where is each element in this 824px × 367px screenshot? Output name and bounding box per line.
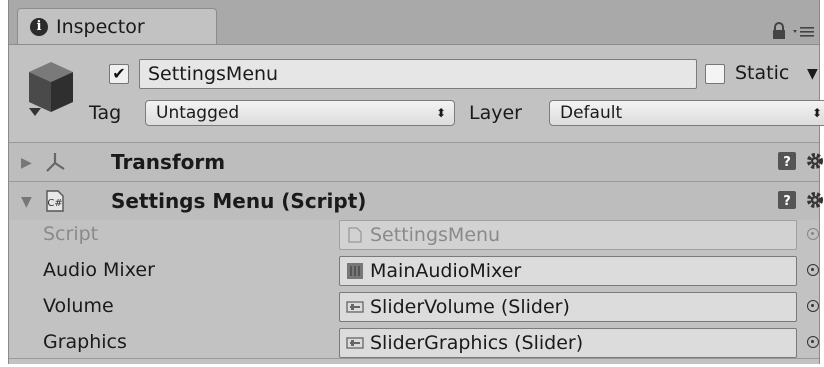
component-title: Transform — [111, 150, 226, 174]
layer-label: Layer — [469, 102, 522, 124]
help-icon[interactable]: ? — [777, 190, 797, 210]
tag-label: Tag — [89, 102, 122, 124]
field-label: Script — [43, 223, 99, 245]
foldout-right-icon[interactable]: ▶ — [21, 155, 32, 171]
csharp-script-icon: C# — [46, 190, 64, 212]
static-dropdown-icon[interactable]: ▼ — [807, 66, 818, 82]
field-row-graphics: Graphics SliderGraphics (Slider) — [9, 324, 819, 360]
object-picker-icon — [807, 228, 819, 240]
static-label: Static — [735, 62, 790, 84]
component-header-settings-menu[interactable]: ▼ C# Settings Menu (Script) ? — [9, 181, 823, 220]
updown-arrows-icon: ⬍ — [811, 106, 822, 120]
gameobject-cube-icon — [29, 62, 73, 116]
transform-icon — [46, 153, 65, 172]
field-value: MainAudioMixer — [370, 260, 522, 282]
script-object-field: SettingsMenu — [339, 220, 797, 250]
slider-icon — [346, 301, 364, 313]
divider — [9, 358, 819, 359]
tab-label: Inspector — [56, 15, 145, 38]
gear-icon[interactable] — [805, 190, 824, 210]
audio-mixer-icon — [347, 263, 363, 279]
audio-mixer-object-field[interactable]: MainAudioMixer — [339, 256, 797, 286]
field-label: Audio Mixer — [43, 259, 155, 281]
lock-icon[interactable] — [769, 22, 789, 40]
layer-value: Default — [560, 103, 623, 123]
svg-text:?: ? — [783, 155, 791, 170]
field-value: SliderGraphics (Slider) — [370, 332, 584, 354]
field-row-volume: Volume SliderVolume (Slider) — [9, 288, 819, 324]
updown-arrows-icon: ⬍ — [435, 106, 446, 120]
layer-dropdown[interactable]: Default ⬍ — [549, 100, 824, 126]
script-asset-icon — [348, 227, 362, 243]
slider-icon — [346, 337, 364, 349]
field-value: SliderVolume (Slider) — [370, 296, 570, 318]
info-icon: i — [30, 17, 48, 36]
active-checkbox[interactable]: ✔ — [109, 64, 129, 84]
field-value: SettingsMenu — [370, 224, 501, 246]
foldout-down-icon[interactable]: ▼ — [21, 194, 32, 210]
object-picker-icon[interactable] — [807, 264, 819, 276]
svg-text:?: ? — [783, 194, 791, 209]
component-header-transform[interactable]: ▶ Transform ? — [9, 142, 823, 181]
volume-object-field[interactable]: SliderVolume (Slider) — [339, 292, 797, 322]
field-row-script: Script SettingsMenu — [9, 216, 819, 252]
tab-inspector[interactable]: i Inspector — [17, 8, 217, 44]
component-title: Settings Menu (Script) — [111, 189, 367, 213]
help-icon[interactable]: ? — [777, 151, 797, 171]
gameobject-header: ✔ SettingsMenu Static ▼ Tag Untagged ⬍ L… — [9, 44, 824, 140]
field-label: Graphics — [43, 331, 127, 353]
object-picker-icon[interactable] — [807, 300, 819, 312]
object-name-field[interactable]: SettingsMenu — [139, 59, 697, 89]
tag-value: Untagged — [156, 103, 240, 123]
svg-text:C#: C# — [47, 198, 62, 209]
inspector-window: i Inspector ✔ SettingsMenu Static ▼ Tag … — [8, 0, 824, 364]
object-picker-icon[interactable] — [807, 336, 819, 348]
gear-icon[interactable] — [805, 151, 824, 171]
static-checkbox[interactable] — [705, 64, 725, 84]
field-label: Volume — [43, 295, 114, 317]
graphics-object-field[interactable]: SliderGraphics (Slider) — [339, 328, 797, 358]
tab-bar: i Inspector — [9, 0, 819, 45]
field-row-audio-mixer: Audio Mixer MainAudioMixer — [9, 252, 819, 288]
context-menu-icon[interactable] — [793, 24, 815, 38]
tag-dropdown[interactable]: Untagged ⬍ — [145, 100, 455, 126]
